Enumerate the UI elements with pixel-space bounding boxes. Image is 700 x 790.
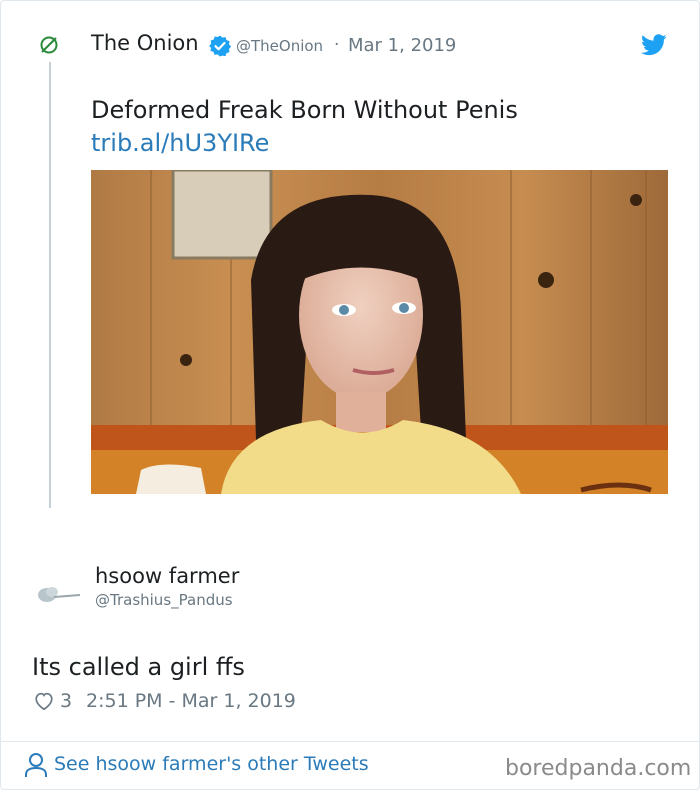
reply-text: Its called a girl ffs: [32, 653, 245, 681]
tweet-text: Deformed Freak Born Without Penis: [91, 96, 518, 124]
see-other-tweets-link[interactable]: See hsoow farmer's other Tweets: [54, 753, 369, 775]
separator-dot: ·: [334, 35, 340, 55]
thread-line: [49, 62, 51, 508]
tweet-date[interactable]: Mar 1, 2019: [348, 35, 456, 56]
verified-badge-icon: [209, 35, 232, 57]
tweet-link[interactable]: trib.al/hU3YIRe: [91, 129, 269, 157]
author-name[interactable]: The Onion: [91, 31, 199, 55]
reply-author-handle[interactable]: @Trashius_Pandus: [95, 591, 233, 609]
avatar[interactable]: [32, 567, 84, 619]
author-handle[interactable]: @TheOnion: [236, 37, 323, 55]
person-icon[interactable]: [24, 752, 48, 778]
reply-author-name[interactable]: hsoow farmer: [95, 564, 239, 588]
watermark: boredpanda.com: [505, 756, 692, 781]
like-count[interactable]: 3: [60, 690, 72, 712]
twitter-bird-icon[interactable]: [641, 33, 667, 57]
tweet-photo[interactable]: [91, 170, 668, 494]
onion-logo-icon[interactable]: [37, 33, 61, 57]
divider: [1, 741, 699, 742]
reply-timestamp[interactable]: 2:51 PM - Mar 1, 2019: [86, 690, 296, 712]
heart-icon[interactable]: [33, 690, 55, 712]
